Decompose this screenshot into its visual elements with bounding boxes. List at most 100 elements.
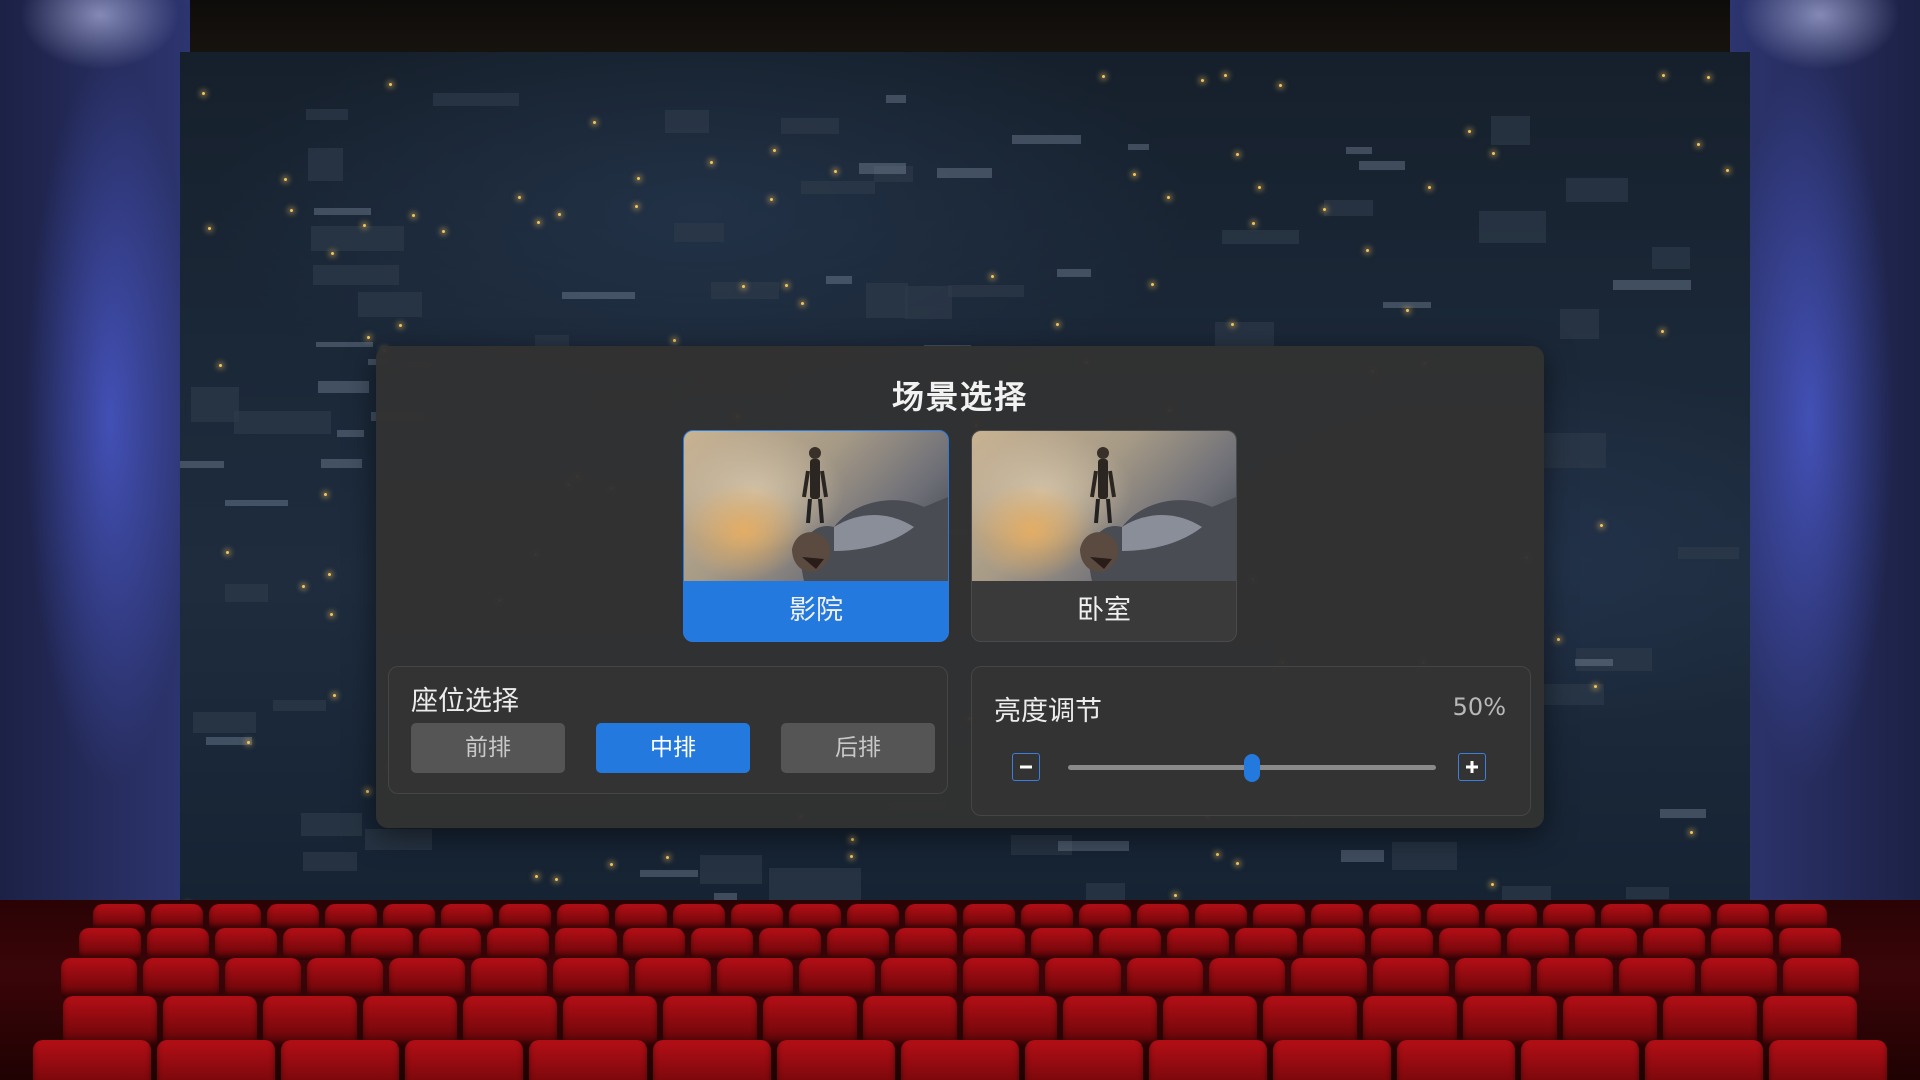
theater-seat bbox=[1563, 996, 1657, 1046]
window-light bbox=[218, 364, 222, 368]
theater-seat bbox=[351, 928, 413, 960]
theater-seat bbox=[717, 958, 793, 998]
theater-seat bbox=[463, 996, 557, 1046]
seat-row bbox=[0, 958, 1920, 998]
brightness-increase-button[interactable] bbox=[1458, 753, 1486, 781]
theater-seat bbox=[555, 928, 617, 960]
window-light bbox=[283, 178, 287, 182]
theater-seat bbox=[419, 928, 481, 960]
theater-seat bbox=[163, 996, 257, 1046]
window-light bbox=[773, 148, 777, 152]
house-roof bbox=[433, 92, 519, 107]
snow-patch bbox=[336, 430, 364, 437]
seat-back-button[interactable]: 后排 bbox=[781, 723, 935, 773]
theater-seat bbox=[1163, 996, 1257, 1046]
theater-seat bbox=[731, 904, 783, 930]
snow-patch bbox=[315, 342, 374, 348]
theater-seat bbox=[1659, 904, 1711, 930]
theater-seat bbox=[1717, 904, 1769, 930]
house-roof bbox=[225, 584, 269, 603]
house-roof bbox=[801, 181, 875, 194]
theater-seat bbox=[143, 958, 219, 998]
theater-seat bbox=[1371, 928, 1433, 960]
snow-patch bbox=[886, 95, 907, 103]
brightness-value: 50% bbox=[1452, 693, 1506, 721]
brightness-decrease-button[interactable] bbox=[1012, 753, 1040, 781]
theater-seat bbox=[1311, 904, 1363, 930]
theater-seat bbox=[325, 904, 377, 930]
theater-seat bbox=[405, 1040, 523, 1080]
theater-seat bbox=[1711, 928, 1773, 960]
window-light bbox=[1593, 684, 1597, 688]
house-roof bbox=[307, 148, 344, 181]
window-light bbox=[208, 227, 212, 231]
brightness-slider[interactable] bbox=[1068, 754, 1436, 782]
window-light bbox=[202, 91, 206, 95]
theater-seat bbox=[1643, 928, 1705, 960]
window-light bbox=[666, 856, 669, 860]
theater-seat bbox=[1463, 996, 1557, 1046]
snow-patch bbox=[825, 276, 853, 285]
snow-patch bbox=[1575, 658, 1614, 666]
theater-seat bbox=[827, 928, 889, 960]
theater-seat bbox=[1235, 928, 1297, 960]
window-light bbox=[635, 204, 639, 208]
plus-icon bbox=[1466, 761, 1478, 773]
house-roof bbox=[700, 854, 762, 885]
theater-seat bbox=[1779, 928, 1841, 960]
theater-seat bbox=[881, 958, 957, 998]
snow-patch bbox=[1056, 268, 1092, 277]
theater-seat bbox=[847, 904, 899, 930]
scene-thumbnail bbox=[684, 431, 948, 581]
theater-seat bbox=[1439, 928, 1501, 960]
snow-patch bbox=[1345, 146, 1373, 155]
house-roof bbox=[780, 118, 839, 134]
theater-seat bbox=[635, 958, 711, 998]
window-light bbox=[833, 169, 837, 173]
seat-front-button[interactable]: 前排 bbox=[411, 723, 565, 773]
theater-seat bbox=[1021, 904, 1073, 930]
brightness-slider-thumb[interactable] bbox=[1244, 754, 1260, 782]
theater-seat bbox=[487, 928, 549, 960]
theater-seat bbox=[1397, 1040, 1515, 1080]
house-roof bbox=[1478, 211, 1547, 243]
theater-seat bbox=[1427, 904, 1479, 930]
theater-seat bbox=[663, 996, 757, 1046]
snow-patch bbox=[640, 870, 698, 878]
scene-card-cinema[interactable]: 影院 bbox=[683, 430, 949, 642]
theater-seat bbox=[1273, 1040, 1391, 1080]
window-light bbox=[518, 195, 522, 199]
window-light bbox=[398, 324, 402, 328]
theater-seat bbox=[963, 958, 1039, 998]
cinema-scene: 场景选择 影院 卧室 座位选择 前排 中排 后排 亮度调节 50% bbox=[0, 0, 1920, 1080]
snow-patch bbox=[936, 168, 992, 178]
theater-seat bbox=[1507, 928, 1569, 960]
window-light bbox=[800, 302, 804, 306]
window-light bbox=[850, 854, 853, 858]
theater-seat bbox=[1373, 958, 1449, 998]
theater-seat bbox=[529, 1040, 647, 1080]
seat-middle-button[interactable]: 中排 bbox=[596, 723, 750, 773]
theater-seat bbox=[215, 928, 277, 960]
house-roof bbox=[866, 282, 909, 319]
minus-icon bbox=[1020, 765, 1032, 769]
scene-label: 影院 bbox=[789, 595, 843, 626]
window-light bbox=[1279, 84, 1283, 88]
window-light bbox=[1468, 130, 1472, 134]
window-light bbox=[990, 274, 994, 278]
theater-seat bbox=[691, 928, 753, 960]
house-roof bbox=[664, 109, 709, 134]
house-roof bbox=[768, 867, 861, 903]
theater-seat bbox=[499, 904, 551, 930]
scene-card-bedroom[interactable]: 卧室 bbox=[971, 430, 1237, 642]
theater-seat bbox=[151, 904, 203, 930]
snow-patch bbox=[859, 162, 907, 174]
window-light bbox=[1235, 861, 1239, 865]
house-roof bbox=[947, 284, 1024, 297]
snow-patch bbox=[224, 499, 289, 507]
snow-patch bbox=[1613, 279, 1691, 290]
theater-seat bbox=[363, 996, 457, 1046]
window-light bbox=[637, 177, 641, 181]
theater-seat bbox=[563, 996, 657, 1046]
cinema-seats bbox=[0, 900, 1920, 1080]
